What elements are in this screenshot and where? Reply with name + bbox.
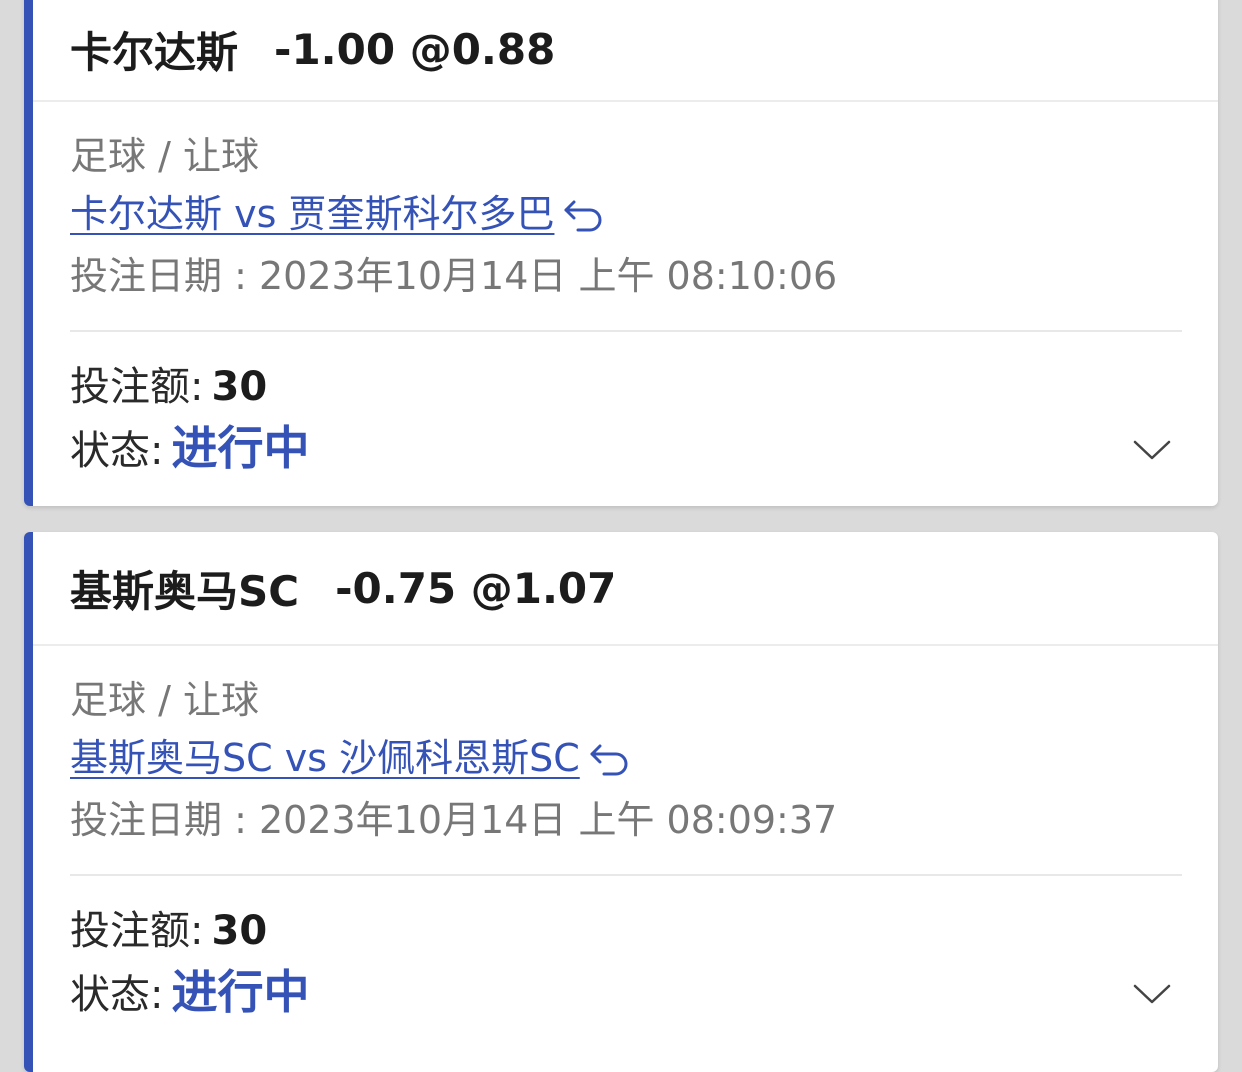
status-label: 状态:	[70, 972, 164, 1018]
bet-match-row: 基斯奥马SC vs 沙佩科恩斯SC	[70, 728, 1182, 788]
bet-card-body: 足球 / 让球 卡尔达斯 vs 贾奎斯科尔多巴 投注日期 : 2023年10月1…	[33, 128, 1218, 483]
bet-date: 投注日期 : 2023年10月14日 上午 08:10:06	[70, 254, 838, 298]
status-label: 状态:	[70, 428, 164, 474]
match-link[interactable]: 基斯奥马SC vs 沙佩科恩斯SC	[70, 728, 580, 788]
status-value: 进行中	[171, 965, 310, 1019]
divider	[70, 874, 1182, 876]
bet-card-body: 足球 / 让球 基斯奥马SC vs 沙佩科恩斯SC 投注日期 : 2023年10…	[33, 672, 1218, 1027]
bet-odds: -0.75 @1.07	[335, 563, 617, 613]
return-arrow-icon[interactable]	[560, 194, 606, 234]
stake-label: 投注额:	[70, 908, 204, 954]
chevron-down-icon[interactable]	[1132, 438, 1172, 462]
bet-card: 基斯奥马SC -0.75 @1.07 足球 / 让球 基斯奥马SC vs 沙佩科…	[24, 532, 1218, 1072]
return-arrow-icon[interactable]	[586, 738, 632, 778]
match-link[interactable]: 卡尔达斯 vs 贾奎斯科尔多巴	[70, 184, 554, 244]
bet-team: 基斯奥马SC	[70, 566, 300, 616]
chevron-down-icon[interactable]	[1132, 982, 1172, 1006]
bet-match-row: 卡尔达斯 vs 贾奎斯科尔多巴	[70, 184, 1182, 244]
stake-row: 投注额: 30	[70, 902, 1182, 960]
bet-odds: -1.00 @0.88	[274, 24, 556, 74]
status: 状态: 进行中	[70, 960, 309, 1027]
bet-sport-market: 足球 / 让球	[70, 134, 259, 178]
status-row: 状态: 进行中	[70, 416, 1182, 483]
divider	[70, 330, 1182, 332]
status: 状态: 进行中	[70, 416, 309, 483]
bet-card: 卡尔达斯 -1.00 @0.88 足球 / 让球 卡尔达斯 vs 贾奎斯科尔多巴…	[24, 0, 1218, 506]
bet-sport-market: 足球 / 让球	[70, 678, 259, 722]
stake-row: 投注额: 30	[70, 358, 1182, 416]
bet-team: 卡尔达斯	[70, 27, 239, 77]
stake-label: 投注额:	[70, 364, 204, 410]
status-value: 进行中	[171, 421, 310, 475]
bet-date: 投注日期 : 2023年10月14日 上午 08:09:37	[70, 798, 838, 842]
status-row: 状态: 进行中	[70, 960, 1182, 1027]
bet-card-header: 基斯奥马SC -0.75 @1.07	[33, 532, 1218, 646]
stake-value: 30	[211, 908, 268, 954]
stake-value: 30	[211, 364, 268, 410]
bet-card-header: 卡尔达斯 -1.00 @0.88	[33, 0, 1218, 102]
